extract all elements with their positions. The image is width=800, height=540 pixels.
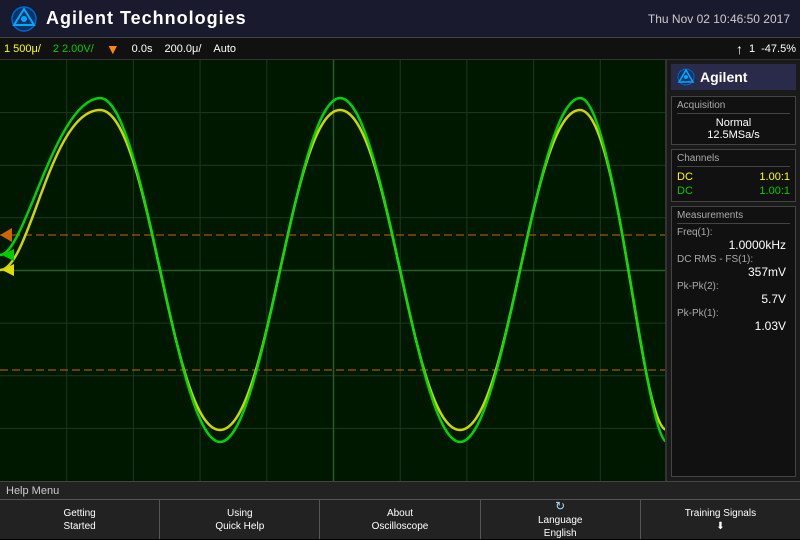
ch1-probe: 1.00:1 xyxy=(759,171,790,183)
using-quick-help-line2: Quick Help xyxy=(215,520,264,533)
trigger-arrow: ▼ xyxy=(106,41,120,57)
time-pos-value: 0.0s xyxy=(132,43,153,55)
side-panel: Agilent Acquisition Normal 12.5MSa/s Cha… xyxy=(667,60,800,481)
scope-display xyxy=(0,60,667,481)
timestamp: Thu Nov 02 10:46:50 2017 xyxy=(648,12,790,26)
trigger-mode: Auto xyxy=(213,43,236,55)
acquisition-rate: 12.5MSa/s xyxy=(677,129,790,141)
training-signals-button[interactable]: Training Signals ⬇ xyxy=(641,500,800,539)
ch1-indicator: 1 500μ/ xyxy=(4,43,41,55)
header-left: Agilent Technologies xyxy=(10,5,247,33)
training-signals-arrow-icon: ⬇ xyxy=(716,520,724,533)
scope-grid xyxy=(0,60,665,481)
ch1-coupling: DC xyxy=(677,171,693,183)
language-button[interactable]: ↻ Language English xyxy=(481,500,641,539)
pk-pk1-value: 1.03V xyxy=(677,319,790,333)
side-logo-icon xyxy=(677,68,695,86)
ch2-indicator: 2 2.00V/ xyxy=(53,43,94,55)
getting-started-line2: Started xyxy=(63,520,95,533)
acquisition-mode: Normal xyxy=(677,117,790,129)
ch1-volts-div: 500μ/ xyxy=(13,43,41,55)
training-signals-line1: Training Signals xyxy=(685,507,756,520)
help-menu-text: Help Menu xyxy=(6,485,59,497)
acquisition-title: Acquisition xyxy=(677,100,790,114)
ch-position-area: ↑ 1 -47.5% xyxy=(736,41,796,57)
app-title: Agilent Technologies xyxy=(46,8,247,29)
scope-toolbar: 1 500μ/ 2 2.00V/ ▼ 0.0s 200.0μ/ Auto ↑ 1… xyxy=(0,38,800,60)
ch2-coupling: DC xyxy=(677,185,693,197)
app-header: Agilent Technologies Thu Nov 02 10:46:50… xyxy=(0,0,800,38)
measurements-title: Measurements xyxy=(677,210,790,224)
channels-title: Channels xyxy=(677,153,790,167)
channel-arrow-icon: ↑ xyxy=(736,41,743,57)
main-area: Agilent Acquisition Normal 12.5MSa/s Cha… xyxy=(0,60,800,481)
ch2-probe: 1.00:1 xyxy=(759,185,790,197)
trigger-mode-value: Auto xyxy=(213,43,236,55)
ch-position-value: -47.5% xyxy=(761,43,796,55)
ch1-row: DC 1.00:1 xyxy=(677,170,790,184)
footer-buttons: Getting Started Using Quick Help About O… xyxy=(0,499,800,539)
pk-pk2-label: Pk-Pk(2): xyxy=(677,281,790,292)
side-brand-name: Agilent xyxy=(700,69,747,85)
help-menu-label: Help Menu xyxy=(0,481,800,499)
using-quick-help-button[interactable]: Using Quick Help xyxy=(160,500,320,539)
ch2-row: DC 1.00:1 xyxy=(677,184,790,198)
getting-started-button[interactable]: Getting Started xyxy=(0,500,160,539)
agilent-logo-icon xyxy=(10,5,38,33)
about-oscilloscope-line1: About xyxy=(387,507,413,520)
trigger-arrow-icon: ▼ xyxy=(106,41,120,57)
about-oscilloscope-line2: Oscilloscope xyxy=(372,520,429,533)
freq-value: 1.0000kHz xyxy=(677,238,790,252)
dc-rms-label: DC RMS - FS(1): xyxy=(677,254,790,265)
using-quick-help-line1: Using xyxy=(227,507,253,520)
dc-rms-value: 357mV xyxy=(677,265,790,279)
ch1-label: 1 xyxy=(4,43,10,55)
ch2-label: 2 xyxy=(53,43,59,55)
pk-pk2-value: 5.7V xyxy=(677,292,790,306)
pk-pk1-label: Pk-Pk(1): xyxy=(677,308,790,319)
time-div: 200.0μ/ xyxy=(164,43,201,55)
getting-started-line1: Getting xyxy=(63,507,95,520)
time-position: 0.0s xyxy=(132,43,153,55)
language-icon: ↻ xyxy=(555,499,565,515)
acquisition-section: Acquisition Normal 12.5MSa/s xyxy=(671,96,796,145)
channels-section: Channels DC 1.00:1 DC 1.00:1 xyxy=(671,149,796,202)
measurements-section: Measurements Freq(1): 1.0000kHz DC RMS -… xyxy=(671,206,796,477)
side-brand: Agilent xyxy=(671,64,796,90)
freq-label: Freq(1): xyxy=(677,227,790,238)
time-div-value: 200.0μ/ xyxy=(164,43,201,55)
channel-num: 1 xyxy=(749,43,755,55)
language-line2: English xyxy=(544,527,577,540)
ch2-volts-div: 2.00V/ xyxy=(62,43,94,55)
about-oscilloscope-button[interactable]: About Oscilloscope xyxy=(320,500,480,539)
language-line1: Language xyxy=(538,514,583,527)
